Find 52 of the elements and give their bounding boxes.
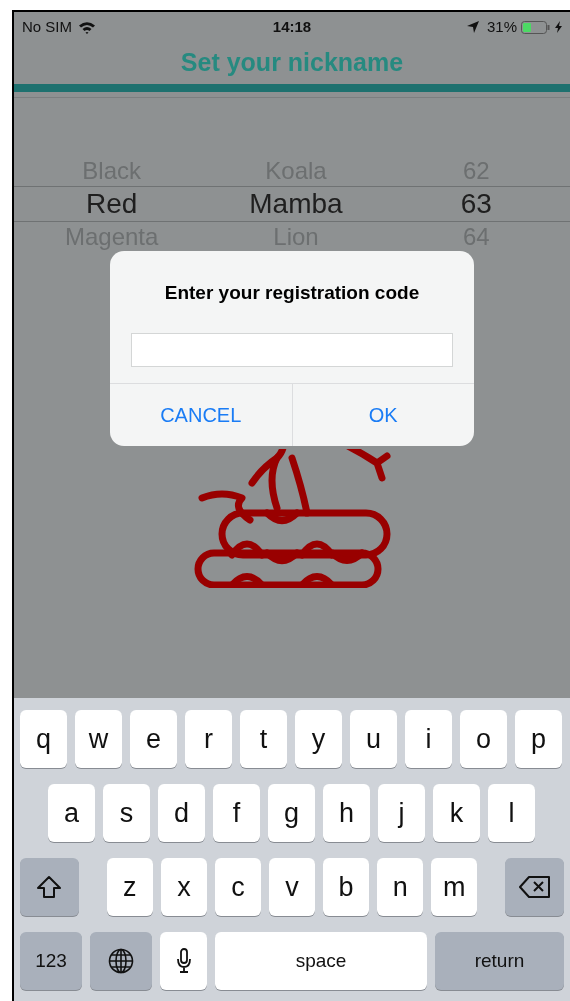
microphone-key[interactable] <box>160 932 207 990</box>
letter-key[interactable]: i <box>405 710 452 768</box>
delete-key[interactable] <box>505 858 565 916</box>
screen-title: Set your nickname <box>180 47 404 79</box>
letter-key[interactable]: f <box>213 784 260 842</box>
battery-percent: 31% <box>486 16 517 37</box>
globe-key[interactable] <box>90 932 152 990</box>
picker-item[interactable]: 63 <box>460 182 492 225</box>
letter-key[interactable]: o <box>460 710 507 768</box>
shift-key[interactable] <box>20 858 79 916</box>
wifi-icon <box>78 20 96 34</box>
backspace-icon <box>518 876 551 898</box>
globe-icon <box>108 948 134 974</box>
status-time: 14:18 <box>272 16 312 37</box>
letter-key[interactable]: t <box>240 710 287 768</box>
letter-key[interactable]: n <box>377 858 424 916</box>
space-key[interactable]: space <box>215 932 427 990</box>
picker-item[interactable]: Mamba <box>249 182 343 225</box>
letter-key[interactable]: r <box>185 710 232 768</box>
letter-key[interactable]: q <box>20 710 67 768</box>
picker-item[interactable]: Red <box>85 182 138 225</box>
letter-key[interactable]: c <box>214 858 261 916</box>
letter-key[interactable]: x <box>160 858 207 916</box>
letter-key[interactable]: m <box>431 858 478 916</box>
letter-key[interactable]: u <box>350 710 397 768</box>
dialog-button[interactable]: CANCEL <box>110 384 292 446</box>
numbers-key[interactable]: 123 <box>20 932 82 990</box>
letter-key[interactable]: y <box>295 710 342 768</box>
return-key[interactable]: return <box>435 932 564 990</box>
letter-key[interactable]: s <box>103 784 150 842</box>
letter-key[interactable]: j <box>378 784 425 842</box>
letter-key[interactable]: b <box>323 858 370 916</box>
letter-key[interactable]: l <box>488 784 535 842</box>
letter-key[interactable]: g <box>268 784 315 842</box>
battery-icon <box>521 20 551 34</box>
letter-key[interactable]: e <box>130 710 177 768</box>
microphone-icon <box>175 948 192 974</box>
registration-code-field[interactable] <box>131 333 453 367</box>
letter-key[interactable]: k <box>433 784 480 842</box>
location-arrow-icon <box>466 21 479 33</box>
shift-icon <box>36 875 63 899</box>
letter-key[interactable]: v <box>269 858 316 916</box>
dialog-title: Enter your registration code <box>164 280 420 305</box>
dialog-button[interactable]: OK <box>291 384 474 446</box>
letter-key[interactable]: p <box>515 710 562 768</box>
letter-key[interactable]: w <box>75 710 122 768</box>
letter-key[interactable]: d <box>158 784 205 842</box>
charging-bolt-icon <box>555 21 562 33</box>
letter-key[interactable]: h <box>323 784 370 842</box>
carrier-name: No SIM <box>22 16 72 37</box>
letter-key[interactable]: z <box>106 858 153 916</box>
letter-key[interactable]: a <box>48 784 95 842</box>
